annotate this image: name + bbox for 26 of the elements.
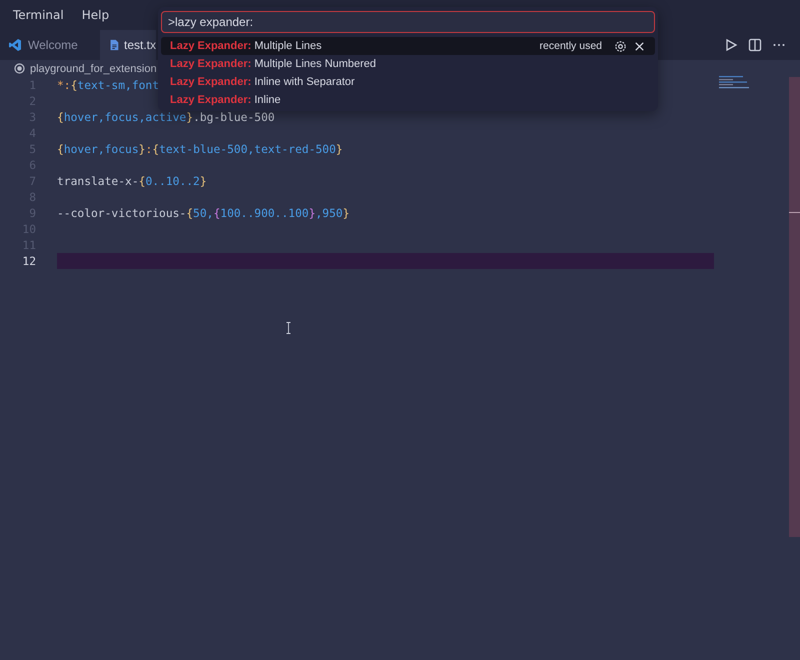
command-item[interactable]: Lazy Expander: Inline with Separator [161,73,655,91]
close-icon[interactable] [633,40,646,52]
code-line: {hover,focus,active}.bg-blue-500 [57,110,275,124]
gear-icon[interactable] [614,40,627,52]
menu-item[interactable]: Terminal [6,5,71,25]
command-item[interactable]: Lazy Expander: Inline [161,91,655,109]
command-item[interactable]: Lazy Expander: Multiple Lines Numbered [161,55,655,73]
file-icon [108,38,120,52]
code-line: {hover,focus}:{text-blue-500,text-red-500} [57,142,343,156]
recently-used-label: recently used [540,40,602,52]
scrollbar[interactable] [789,77,800,537]
code-line: --color-victorious-{50,{100..900..100},950} [57,206,350,220]
split-editor-icon[interactable] [748,38,762,52]
breadcrumb[interactable]: playground_for_extension [30,62,157,74]
command-input[interactable]: >lazy expander: [161,11,655,33]
run-icon[interactable] [724,38,738,52]
text-cursor-icon [286,322,291,334]
vscode-icon [8,38,22,52]
code-line: translate-x-{0..10..2} [57,174,207,188]
menu-item[interactable]: Help [74,5,116,25]
record-icon [14,63,25,74]
line-number: 12 [21,254,37,268]
editor-tab[interactable]: test.tx [100,30,156,60]
minimap-drawing[interactable] [719,76,751,90]
code-line: *:{text-sm,font [57,78,160,92]
command-item[interactable]: Lazy Expander: Multiple Lines recently used [161,37,655,55]
